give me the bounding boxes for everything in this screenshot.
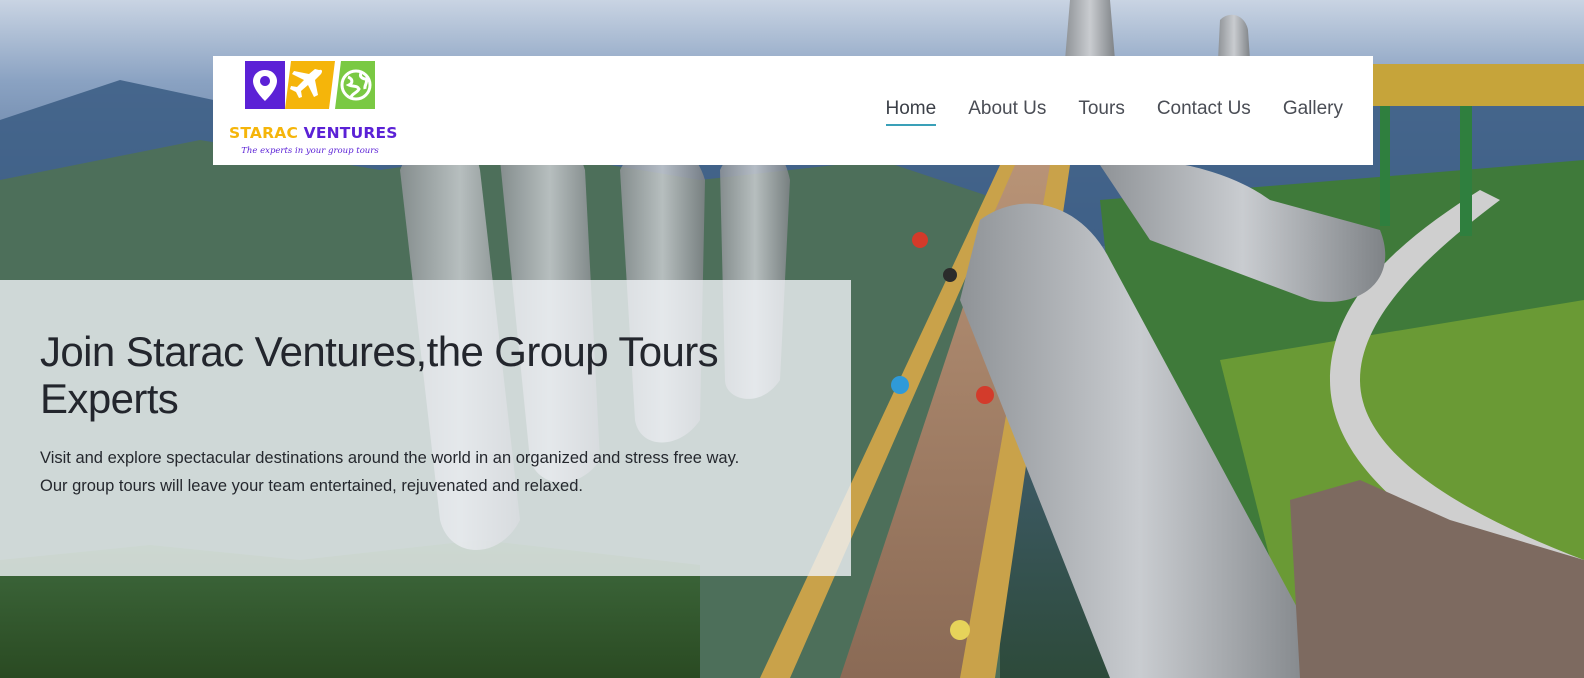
hero-text-panel: Join Starac Ventures,the Group Tours Exp… (0, 280, 851, 576)
nav-about-us-link[interactable]: About Us (968, 98, 1046, 126)
nav-contact-us-link[interactable]: Contact Us (1157, 98, 1251, 126)
logo-name: STARAC VENTURES (229, 124, 398, 142)
main-nav: Home About Us Tours Contact Us Gallery (885, 98, 1343, 126)
hero-description-line1: Visit and explore spectacular destinatio… (40, 449, 740, 467)
hero-description: Visit and explore spectacular destinatio… (40, 444, 830, 500)
nav-home-link[interactable]: Home (885, 98, 937, 126)
hero-title: Join Starac Ventures,the Group Tours Exp… (40, 328, 719, 422)
nav-tours-link[interactable]: Tours (1078, 98, 1124, 126)
site-logo[interactable]: STARAC VENTURES The experts in your grou… (229, 61, 398, 161)
logo-tiles (245, 61, 375, 109)
map-pin-icon (245, 61, 285, 109)
nav-gallery-link[interactable]: Gallery (1283, 98, 1343, 126)
site-header: STARAC VENTURES The experts in your grou… (213, 56, 1373, 165)
hero-description-line2: Our group tours will leave your team ent… (40, 477, 583, 495)
logo-tagline: The experts in your group tours (241, 146, 379, 156)
